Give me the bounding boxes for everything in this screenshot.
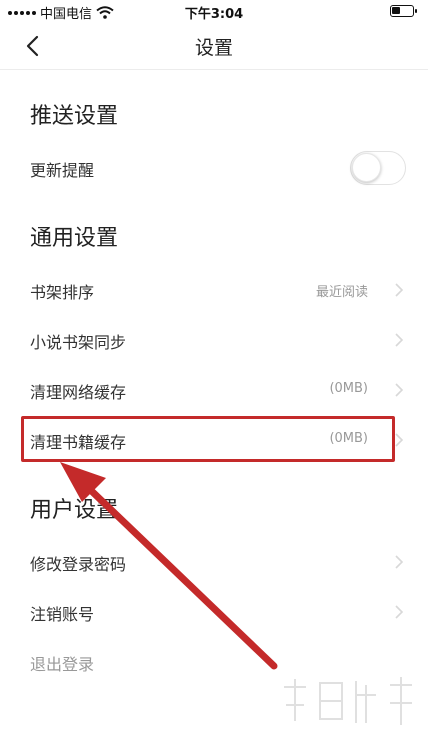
row-change-password[interactable]: 修改登录密码 xyxy=(0,542,428,582)
annotation-highlight-box xyxy=(21,416,395,462)
row-value: 最近阅读 xyxy=(315,285,368,300)
row-label: 小说书架同步 xyxy=(30,333,127,352)
status-bar: 中国电信 下午3:04 xyxy=(0,0,428,22)
section-title-user: 用户设置 xyxy=(30,498,119,523)
row-label: 书架排序 xyxy=(30,283,95,302)
status-time: 下午3:04 xyxy=(184,7,244,22)
chevron-right-icon xyxy=(395,383,404,397)
page-title: 设置 xyxy=(194,37,233,59)
update-reminder-toggle[interactable] xyxy=(350,151,406,185)
toggle-knob xyxy=(352,153,381,182)
row-label: 注销账号 xyxy=(30,605,95,624)
chevron-right-icon xyxy=(395,333,404,347)
watermark-image xyxy=(284,677,412,725)
chevron-right-icon xyxy=(395,605,404,619)
row-value: (0MB) xyxy=(329,381,368,396)
nav-bar: 设置 xyxy=(0,22,428,70)
section-title-general: 通用设置 xyxy=(30,226,119,251)
row-label: 退出登录 xyxy=(30,655,95,674)
chevron-right-icon xyxy=(395,433,404,447)
row-delete-account[interactable]: 注销账号 xyxy=(0,592,428,632)
row-bookshelf-sort[interactable]: 书架排序 最近阅读 xyxy=(0,270,428,310)
section-title-push: 推送设置 xyxy=(30,104,119,129)
row-label: 更新提醒 xyxy=(30,161,95,180)
row-label: 清理网络缓存 xyxy=(30,383,127,402)
chevron-right-icon xyxy=(395,555,404,569)
row-label: 修改登录密码 xyxy=(30,555,127,574)
row-clear-network-cache[interactable]: 清理网络缓存 (0MB) xyxy=(0,370,428,410)
chevron-right-icon xyxy=(395,283,404,297)
battery-icon xyxy=(390,5,417,17)
row-novel-sync[interactable]: 小说书架同步 xyxy=(0,320,428,360)
